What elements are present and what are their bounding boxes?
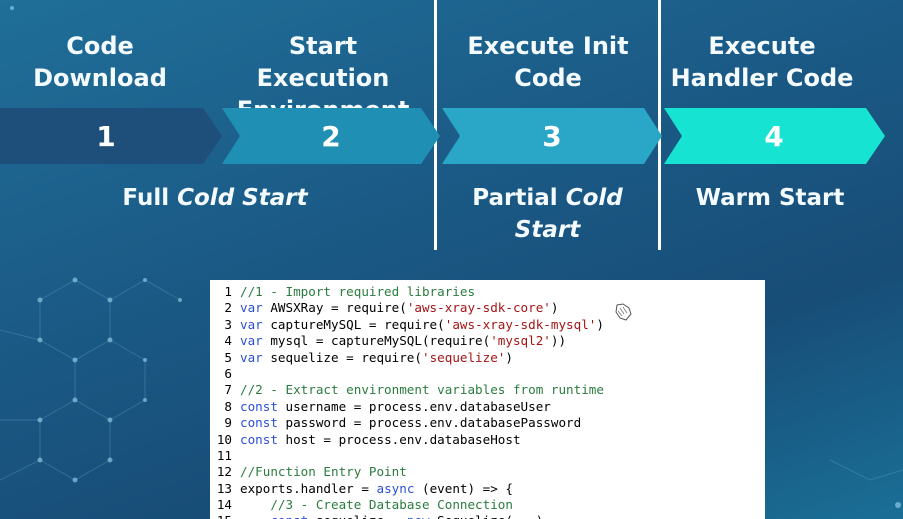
code-line: 8 const username = process.env.databaseUs… — [210, 399, 765, 415]
stage-1-title: Code Download — [33, 32, 167, 92]
code-token: Sequelize(...) — [430, 513, 543, 519]
code-token: host = process.env.databaseHost — [277, 431, 521, 447]
line-number: 3 — [224, 316, 232, 332]
line-number: 4 — [224, 333, 232, 349]
code-token: mysql = captureMySQL(require( — [262, 333, 491, 349]
code-token: //Function Entry Point — [240, 464, 407, 480]
code-line: 4 var mysql = captureMySQL(require('mysql… — [210, 333, 765, 349]
code-token: ) — [596, 316, 604, 332]
partial-cold-start-plain: Partial — [472, 185, 566, 211]
line-number: 1 — [224, 284, 232, 299]
code-token: sequelize = require( — [262, 349, 422, 365]
code-token: password = process.env.databasePassword — [277, 415, 582, 431]
code-token: new — [407, 513, 430, 519]
code-token: 'aws-xray-sdk-mysql' — [444, 316, 597, 332]
code-token: captureMySQL = require( — [262, 316, 445, 332]
full-cold-start-italic: Cold Start — [177, 185, 308, 211]
code-token: 'aws-xray-sdk-core' — [406, 300, 551, 316]
code-token: const — [270, 513, 308, 519]
line-number: 10 — [216, 431, 232, 447]
chevron-3-number: 3 — [542, 119, 562, 153]
code-token: const — [240, 431, 278, 447]
code-line: 12 //Function Entry Point — [210, 464, 765, 480]
code-line: 13 exports.handler = async (event) => { — [210, 481, 765, 497]
code-token: exports.handler = — [240, 480, 377, 496]
code-token: var — [240, 316, 263, 332]
line-number: 7 — [224, 382, 232, 398]
line-number: 13 — [216, 480, 232, 496]
code-line: 10 const host = process.env.databaseHost — [210, 432, 765, 448]
code-line: 2 var AWSXRay = require('aws-xray-sdk-cor… — [210, 300, 765, 316]
code-lines: 1 //1 - Import required libraries 2 var AWS… — [210, 280, 765, 519]
divider-2 — [658, 0, 661, 250]
code-token: const — [240, 398, 278, 414]
code-token: (event) => { — [414, 480, 513, 496]
line-number: 11 — [216, 447, 232, 463]
line-number: 12 — [216, 464, 232, 480]
warm-start-caption: Warm Start — [695, 185, 845, 211]
code-token: //3 - Create Database Connection — [270, 497, 513, 513]
code-token: const — [240, 415, 278, 431]
divider-1 — [434, 0, 437, 250]
code-line: 11 — [210, 448, 765, 464]
code-line: 5 var sequelize = require('sequelize') — [210, 350, 765, 366]
hand-cursor-icon — [615, 303, 632, 321]
full-cold-start-caption: Full Cold Start — [100, 182, 330, 214]
code-line: 6 — [210, 366, 765, 382]
code-line: 1 //1 - Import required libraries — [210, 284, 765, 300]
line-number: 9 — [224, 415, 232, 431]
code-token: var — [240, 349, 263, 365]
chevron-4-number: 4 — [764, 119, 784, 153]
code-line: 15 const sequelize = new Sequelize(...) — [210, 513, 765, 519]
code-line: 7 //2 - Extract environment variables fro… — [210, 382, 765, 398]
line-number: 2 — [224, 300, 232, 316]
line-number: 5 — [224, 349, 232, 365]
line-number: 6 — [224, 365, 232, 381]
line-number: 8 — [224, 398, 232, 414]
code-token: username = process.env.databaseUser — [277, 398, 551, 414]
code-editor-panel: 1 //1 - Import required libraries 2 var AWS… — [210, 280, 765, 519]
chevron-1-number: 1 — [96, 119, 116, 153]
stage-4-title: Execute Handler Code — [670, 32, 854, 92]
code-token: //1 - Import required libraries — [240, 284, 476, 299]
code-line: 9 const password = process.env.databasePa… — [210, 415, 765, 431]
code-token: //2 - Extract environment variables from… — [240, 382, 604, 398]
code-line: 3 var captureMySQL = require('aws-xray-sd… — [210, 317, 765, 333]
code-token: )) — [550, 333, 567, 349]
code-token: var — [240, 300, 263, 316]
code-token: ) — [505, 349, 513, 365]
code-token: sequelize = — [308, 513, 407, 519]
line-number: 15 — [210, 513, 240, 519]
code-token: AWSXRay = require( — [262, 300, 407, 316]
code-token: async — [376, 480, 415, 496]
code-token: ) — [550, 300, 559, 316]
line-number: 14 — [216, 497, 232, 513]
chevron-2-number: 2 — [321, 119, 341, 153]
code-token: 'sequelize' — [421, 349, 506, 365]
code-token: var — [240, 333, 263, 349]
code-token: 'mysql2' — [490, 333, 551, 349]
partial-cold-start-caption: Partial Cold Start — [470, 182, 625, 246]
stage-3-title: Execute Init Code — [467, 32, 629, 92]
full-cold-start-plain: Full — [122, 185, 178, 211]
code-line: 14 //3 - Create Database Connection — [210, 497, 765, 513]
